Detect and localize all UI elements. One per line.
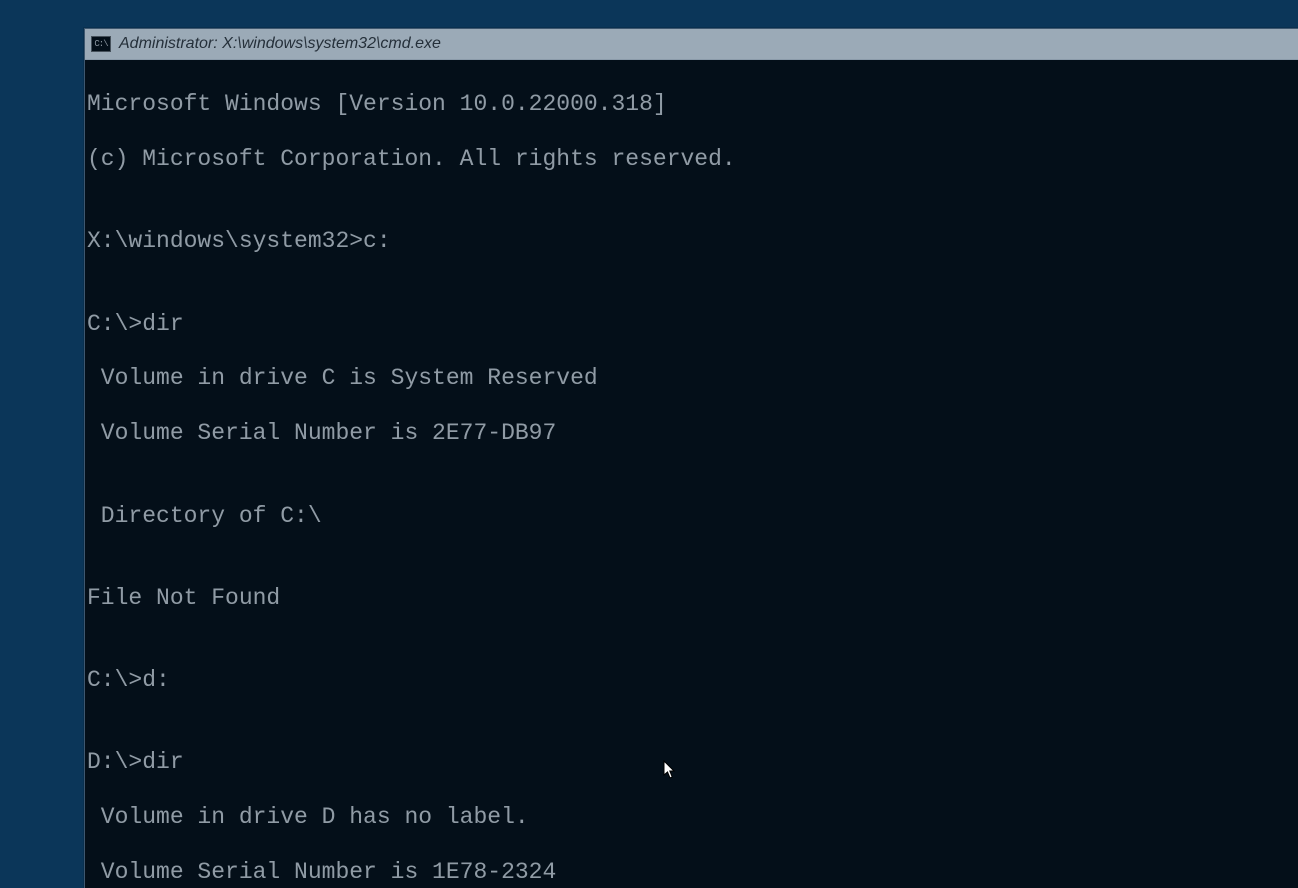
cmd-window[interactable]: C:\ Administrator: X:\windows\system32\c… [84, 28, 1298, 888]
prompt-line: C:\>d: [87, 667, 1297, 694]
prompt-line: D:\>dir [87, 749, 1297, 776]
terminal-area[interactable]: Microsoft Windows [Version 10.0.22000.31… [85, 60, 1298, 888]
window-title: Administrator: X:\windows\system32\cmd.e… [119, 35, 441, 53]
output-line: File Not Found [87, 585, 1297, 612]
output-line: Volume in drive C is System Reserved [87, 365, 1297, 392]
output-line: Volume Serial Number is 2E77-DB97 [87, 420, 1297, 447]
cmd-icon: C:\ [91, 36, 111, 52]
prompt-line: X:\windows\system32>c: [87, 228, 1297, 255]
titlebar[interactable]: C:\ Administrator: X:\windows\system32\c… [85, 29, 1298, 60]
output-line: Volume in drive D has no label. [87, 804, 1297, 831]
banner-line: (c) Microsoft Corporation. All rights re… [87, 146, 1297, 173]
output-line: Directory of C:\ [87, 503, 1297, 530]
banner-line: Microsoft Windows [Version 10.0.22000.31… [87, 91, 1297, 118]
prompt-line: C:\>dir [87, 311, 1297, 338]
output-line: Volume Serial Number is 1E78-2324 [87, 859, 1297, 886]
